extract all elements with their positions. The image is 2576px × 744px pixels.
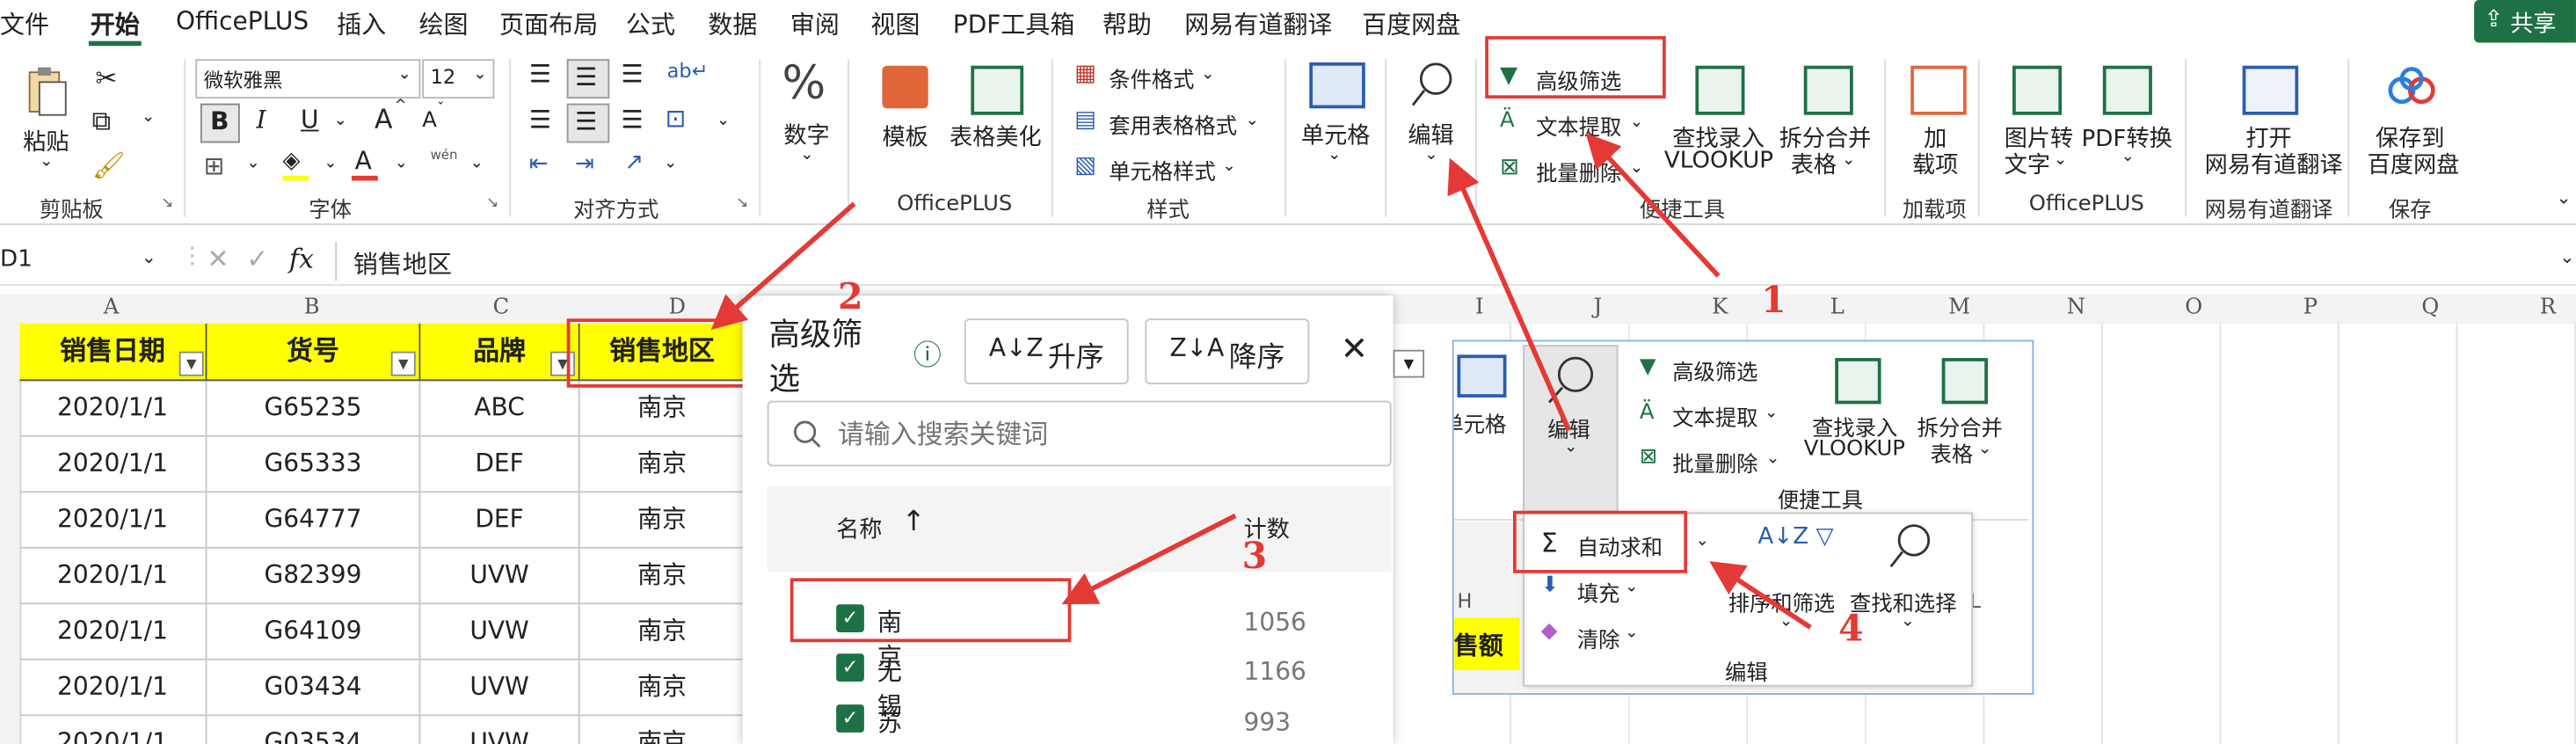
annotation-1: 1 <box>1761 279 1786 323</box>
excel-window: 文件 开始 OfficePLUS 插入 绘图 页面布局 公式 数据 审阅 视图 … <box>0 0 2576 744</box>
annotation-2: 2 <box>837 275 863 319</box>
annotation-3: 3 <box>1241 535 1268 579</box>
annotation-arrows <box>710 133 1812 630</box>
annotation-4: 4 <box>1837 607 1864 651</box>
